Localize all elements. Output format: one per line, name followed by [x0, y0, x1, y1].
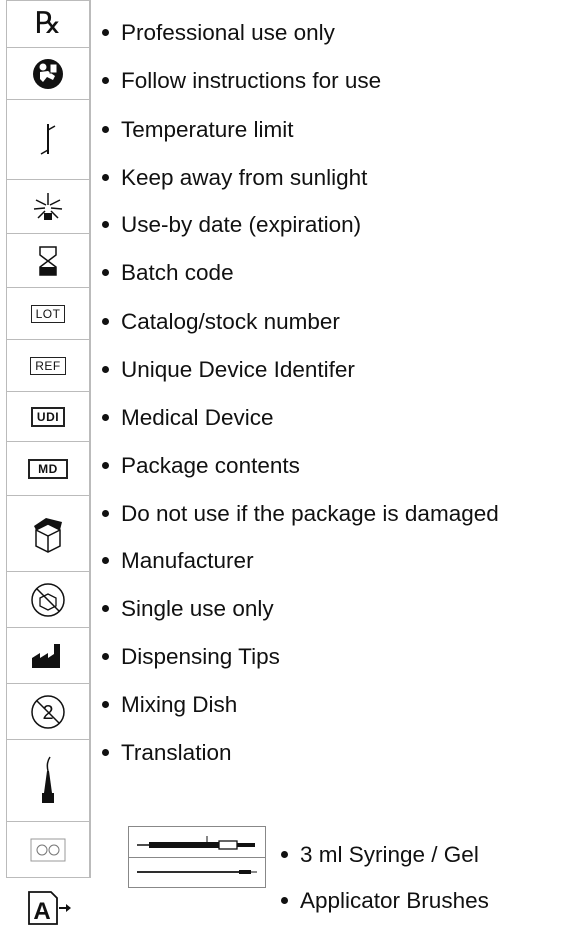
list-item: Single use only — [102, 596, 274, 622]
manufacturer-icon — [6, 628, 90, 684]
list-item: Use-by date (expiration) — [102, 212, 361, 238]
list-item: Do not use if the package is damaged — [102, 501, 499, 527]
brush-icon — [137, 870, 257, 874]
single-use-icon: 2 — [6, 684, 90, 740]
package-contents-icon — [6, 496, 90, 572]
list-item: 3 ml Syringe / Gel — [281, 842, 479, 868]
symbol-column: ℞ LOT REF UDI MD A — [6, 0, 92, 946]
instructions-for-use-icon — [6, 48, 90, 100]
list-item: Translation — [102, 740, 231, 766]
dispensing-tip-icon — [6, 740, 90, 822]
list-item: Temperature limit — [102, 117, 294, 143]
udi-icon: UDI — [6, 392, 90, 442]
rx-symbol: ℞ — [34, 6, 62, 41]
sunlight-icon — [6, 180, 90, 234]
list-item: Batch code — [102, 260, 234, 286]
translation-letter: A — [33, 898, 50, 925]
translation-icon: A — [6, 878, 90, 938]
column-rule — [90, 0, 91, 878]
list-item: Mixing Dish — [102, 692, 237, 718]
md-icon: MD — [6, 442, 90, 496]
damaged-package-icon — [6, 572, 90, 628]
list-item: Follow instructions for use — [102, 68, 381, 94]
list-item: Dispensing Tips — [102, 644, 280, 670]
list-item: Manufacturer — [102, 548, 254, 574]
list-item: Catalog/stock number — [102, 309, 340, 335]
temperature-limit-icon — [6, 100, 90, 180]
udi-label: UDI — [30, 406, 66, 427]
list-item: Unique Device Identifer — [102, 357, 355, 383]
list-item: Professional use only — [102, 20, 335, 46]
kit-illustration — [128, 826, 266, 888]
list-item: Package contents — [102, 453, 300, 479]
syringe-icon — [137, 836, 255, 850]
list-item: Applicator Brushes — [281, 888, 489, 914]
rx-icon: ℞ — [6, 0, 90, 48]
md-label: MD — [28, 458, 68, 479]
lot-label: LOT — [30, 304, 66, 323]
list-item: Medical Device — [102, 405, 274, 431]
lot-icon: LOT — [6, 288, 90, 340]
ref-label: REF — [30, 356, 66, 375]
hourglass-icon — [6, 234, 90, 288]
ref-icon: REF — [6, 340, 90, 392]
list-item: Keep away from sunlight — [102, 165, 367, 191]
mixing-dish-icon — [6, 822, 90, 878]
